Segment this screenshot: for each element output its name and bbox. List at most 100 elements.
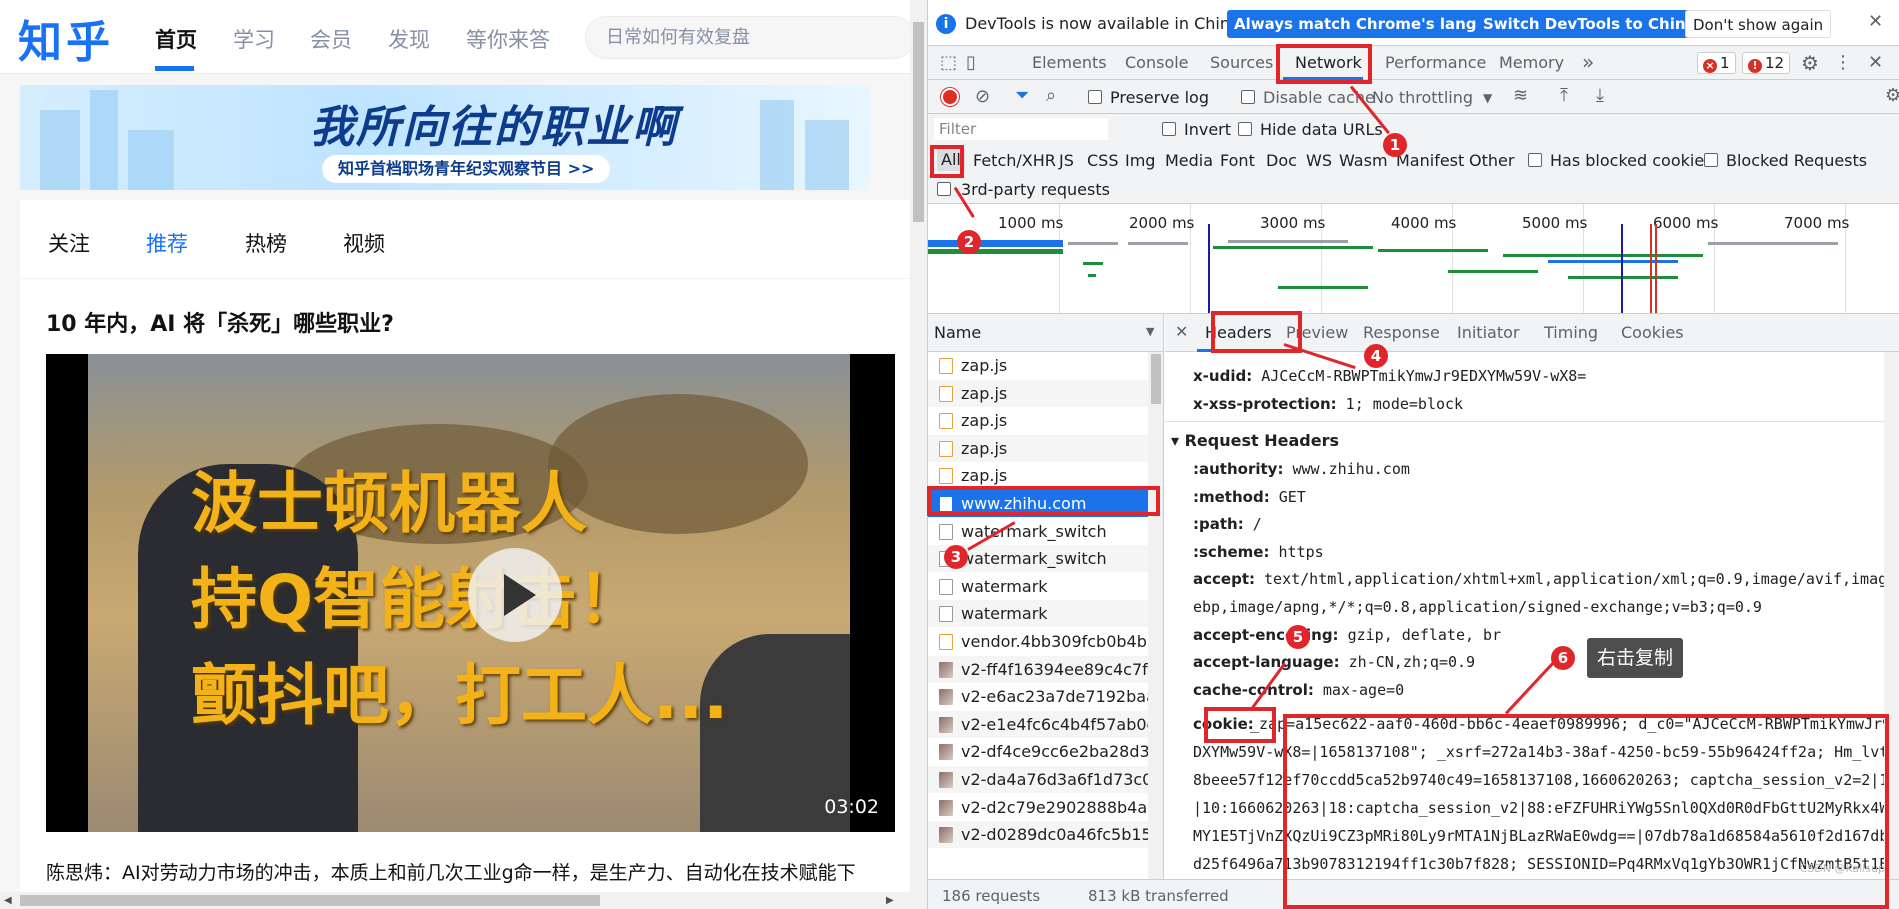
tab-performance[interactable]: Performance	[1385, 53, 1486, 72]
more-options-icon[interactable]: ⋮	[1834, 54, 1852, 72]
tab-video[interactable]: 视频	[343, 228, 385, 258]
type-filter-wasm[interactable]: Wasm	[1339, 151, 1388, 170]
tab-cookies[interactable]: Cookies	[1621, 323, 1684, 342]
horizontal-scrollbar[interactable]: ◀ ▶	[0, 892, 910, 909]
request-headers-section[interactable]: ▾ Request Headers	[1171, 431, 1339, 450]
scroll-left-icon[interactable]: ◀	[4, 895, 12, 906]
request-row[interactable]: zap.js	[928, 352, 1163, 379]
tab-response[interactable]: Response	[1363, 323, 1440, 342]
third-party-checkbox[interactable]	[937, 182, 951, 196]
request-row[interactable]: v2-e1e4fc6c4b4f57ab0e4b...	[928, 710, 1163, 738]
disable-cache-checkbox[interactable]	[1241, 90, 1255, 104]
filter-input[interactable]: Filter	[934, 118, 1108, 140]
request-list-scrollbar[interactable]	[1148, 352, 1163, 879]
tab-follow[interactable]: 关注	[48, 228, 90, 258]
request-row[interactable]: zap.js	[928, 379, 1163, 407]
header-value: 1; mode=block	[1345, 395, 1464, 413]
more-tabs-icon[interactable]: »	[1582, 50, 1594, 74]
scrollbar-thumb[interactable]	[20, 895, 600, 906]
promo-banner[interactable]: 我所向往的职业啊 知乎首档职场青年纪实观察节目 >>	[20, 85, 869, 190]
tab-recommend[interactable]: 推荐	[146, 228, 188, 258]
invert-checkbox[interactable]	[1162, 122, 1176, 136]
waterfall-bar	[1448, 270, 1538, 273]
tab-timing[interactable]: Timing	[1544, 323, 1598, 342]
warning-count-badge[interactable]: ! 12	[1742, 52, 1791, 74]
search-input[interactable]: 日常如何有效复盘	[585, 16, 915, 59]
type-filter-other[interactable]: Other	[1469, 151, 1514, 170]
video-player[interactable]: 波士顿机器人 持Q智能射击！ 颤抖吧，打工人... 03:02	[46, 354, 895, 832]
tab-memory[interactable]: Memory	[1499, 53, 1564, 72]
search-icon[interactable]: ⌕	[1046, 87, 1056, 105]
request-row[interactable]: zap.js	[928, 407, 1163, 434]
sort-icon[interactable]: ▼	[1146, 325, 1154, 338]
nav-learn[interactable]: 学习	[233, 24, 275, 54]
request-row[interactable]: v2-da4a76d3a6f1d73c00a...	[928, 766, 1163, 793]
record-icon[interactable]	[941, 88, 959, 106]
tab-hot[interactable]: 热榜	[245, 228, 287, 258]
error-count-badge[interactable]: × 1	[1697, 52, 1736, 74]
waterfall-bar	[1228, 240, 1348, 243]
request-row[interactable]: vendor.4bb309fcb0b4b80...	[928, 628, 1163, 655]
zhihu-logo[interactable]: 知乎	[18, 6, 114, 70]
question-title[interactable]: 10 年内，AI 将「杀死」哪些职业?	[46, 306, 394, 338]
type-filter-css[interactable]: CSS	[1087, 151, 1118, 170]
scrollbar-thumb[interactable]	[1151, 354, 1161, 404]
nav-discover[interactable]: 发现	[388, 24, 430, 54]
type-filter-media[interactable]: Media	[1165, 151, 1213, 170]
throttling-select[interactable]: No throttling	[1372, 88, 1473, 107]
gear-icon[interactable]: ⚙	[1801, 53, 1819, 73]
play-icon[interactable]	[468, 548, 562, 642]
hide-data-urls-checkbox[interactable]	[1238, 122, 1252, 136]
filter-icon[interactable]: ⏷	[1015, 87, 1029, 105]
dont-show-button[interactable]: Don't show again	[1685, 10, 1832, 38]
inspect-icon[interactable]: ⬚	[940, 54, 957, 72]
type-filter-js[interactable]: JS	[1059, 151, 1074, 170]
tab-console[interactable]: Console	[1125, 53, 1189, 72]
request-row[interactable]: v2-e6ac23a7de7192baa99...	[928, 683, 1163, 710]
export-har-icon[interactable]: ⤓	[1596, 87, 1604, 105]
request-row[interactable]: watermark	[928, 573, 1163, 600]
blocked-requests-checkbox[interactable]	[1704, 153, 1718, 167]
clear-icon[interactable]: ⊘	[975, 88, 990, 106]
preserve-log-checkbox[interactable]	[1088, 90, 1102, 104]
request-row[interactable]: zap.js	[928, 434, 1163, 462]
type-filter-fetch[interactable]: Fetch/XHR	[973, 151, 1056, 170]
type-filter-manifest[interactable]: Manifest	[1396, 151, 1464, 170]
request-row[interactable]: watermark	[928, 600, 1163, 628]
answer-excerpt[interactable]: 陈思炜：AI对劳动力市场的冲击，本质上和前几次工业g命一样，是生产力、自动化在技…	[46, 858, 856, 885]
nav-answer[interactable]: 等你来答	[466, 24, 550, 54]
type-filter-img[interactable]: Img	[1125, 151, 1155, 170]
chevron-down-icon[interactable]: ▼	[1483, 89, 1492, 107]
request-row[interactable]: v2-ff4f16394ee89c4c7f569...	[928, 655, 1163, 683]
scrollbar-thumb[interactable]	[913, 22, 924, 222]
banner-subtitle[interactable]: 知乎首档职场青年纪实观察节目 >>	[322, 155, 611, 183]
expand-icon[interactable]: ▾	[1171, 431, 1185, 450]
close-icon[interactable]: ✕	[1868, 13, 1883, 31]
has-blocked-cookies-checkbox[interactable]	[1528, 153, 1542, 167]
import-har-icon[interactable]: ⤒	[1560, 87, 1568, 105]
highlight-network-tab	[1276, 44, 1372, 84]
network-settings-icon[interactable]: ⚙	[1885, 87, 1899, 105]
network-conditions-icon[interactable]: ≋	[1513, 87, 1528, 105]
tab-elements[interactable]: Elements	[1032, 53, 1107, 72]
type-filter-font[interactable]: Font	[1220, 151, 1255, 170]
type-filter-ws[interactable]: WS	[1306, 151, 1332, 170]
close-devtools-icon[interactable]: ✕	[1868, 54, 1883, 72]
network-overview-timeline[interactable]: 1000 ms 2000 ms 3000 ms 4000 ms 5000 ms …	[928, 204, 1899, 314]
request-header-line: :scheme: https	[1193, 543, 1324, 561]
name-column-header[interactable]: Name ▼	[928, 314, 1163, 352]
tab-initiator[interactable]: Initiator	[1457, 323, 1519, 342]
request-row[interactable]: watermark_switch	[928, 518, 1163, 545]
vertical-scrollbar[interactable]	[910, 0, 927, 909]
nav-home[interactable]: 首页	[155, 24, 197, 54]
type-filter-doc[interactable]: Doc	[1266, 151, 1297, 170]
request-row[interactable]: v2-df4ce9cc6e2ba28d34e...	[928, 738, 1163, 765]
request-row[interactable]: v2-d2c79e2902888b4a6f9...	[928, 794, 1163, 821]
scroll-right-icon[interactable]: ▶	[886, 895, 894, 906]
timeline-tick: 6000 ms	[1653, 214, 1719, 232]
device-toolbar-icon[interactable]: ▯	[966, 54, 976, 72]
close-detail-icon[interactable]: ✕	[1175, 322, 1188, 341]
nav-vip[interactable]: 会员	[310, 24, 352, 54]
tab-sources[interactable]: Sources	[1210, 53, 1273, 72]
request-row[interactable]: v2-d0289dc0a46fc5b15b3...	[928, 821, 1163, 849]
